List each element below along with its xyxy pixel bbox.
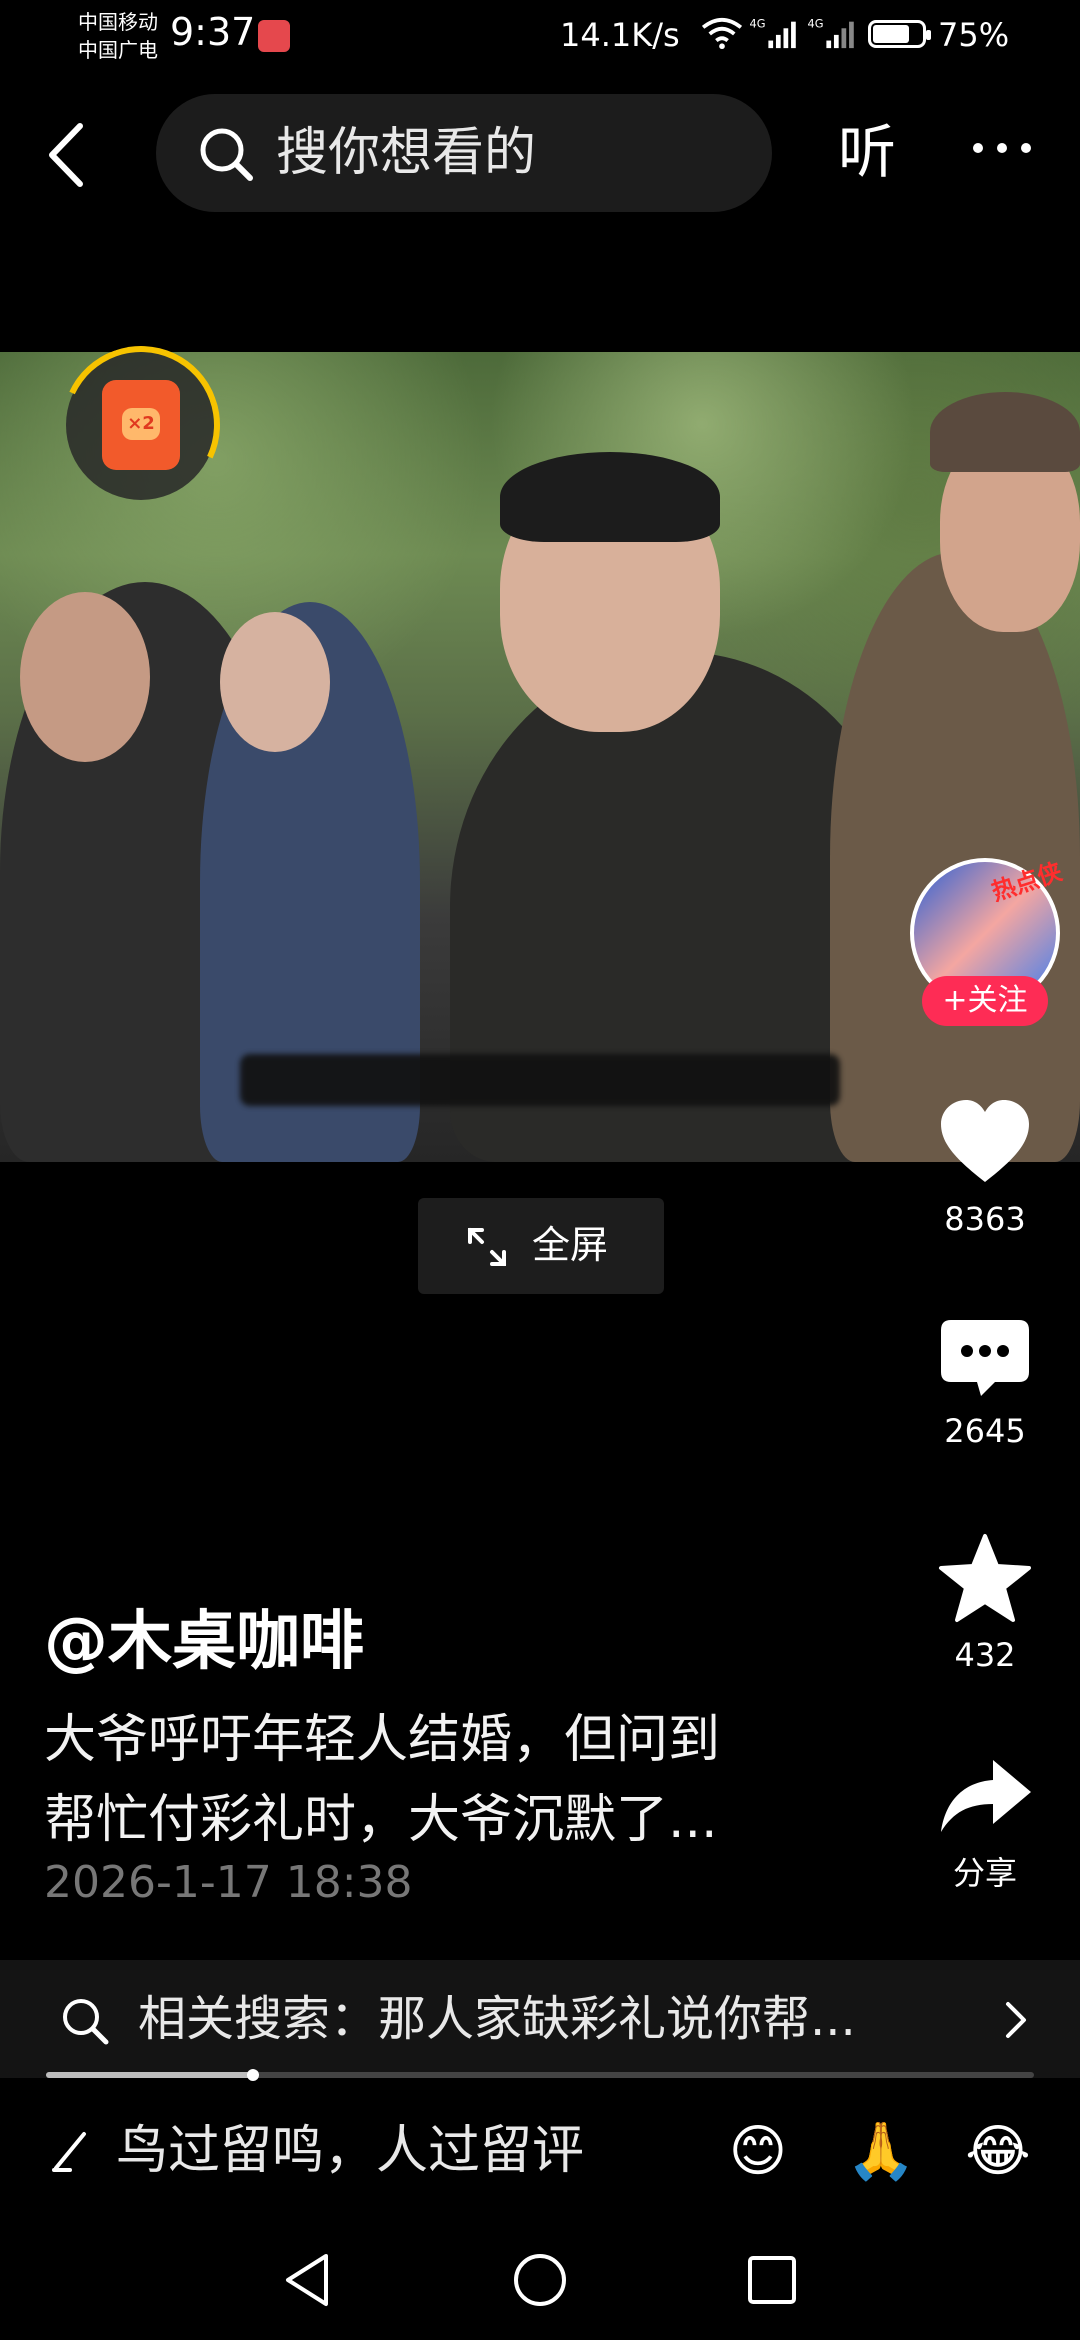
post-timestamp: 2026-1-17 18:38: [44, 1857, 413, 1908]
description-line-1: 大爷呼吁年轻人结婚，但问到: [44, 1710, 721, 1770]
notification-app-icon: [258, 20, 290, 52]
network-1-label: 4G: [750, 16, 766, 30]
star-icon: [939, 1534, 1031, 1622]
laugh-emoji-button[interactable]: 😂: [964, 2118, 1032, 2186]
smile-emoji-button[interactable]: 😊: [724, 2118, 792, 2186]
signal-2-icon: 4G: [808, 16, 854, 49]
related-search-label: 相关搜索：那人家缺彩礼说你帮...: [138, 1991, 856, 2047]
comment-count: 2645: [944, 1412, 1026, 1450]
playback-progress-fill: [46, 2072, 253, 2078]
pray-emoji-button[interactable]: 🙏: [846, 2118, 916, 2186]
video-person-main-hair: [500, 452, 720, 542]
follow-button[interactable]: +关注: [922, 976, 1048, 1026]
red-packet-widget[interactable]: ×2: [39, 323, 243, 527]
search-bar[interactable]: 搜你想看的: [156, 94, 772, 212]
signal-1-icon: 4G: [750, 16, 796, 49]
battery-fill: [873, 25, 909, 43]
post-description[interactable]: 大爷呼吁年轻人结婚，但问到 帮忙付彩礼时，大爷沉默了...: [44, 1700, 844, 1860]
comment-placeholder: 鸟过留鸣，人过留评: [116, 2121, 585, 2181]
like-count: 8363: [944, 1200, 1026, 1238]
back-arrow-icon[interactable]: [40, 120, 92, 190]
favorite-count: 432: [954, 1636, 1016, 1674]
battery-percent: 75%: [938, 16, 1010, 54]
heart-icon: [941, 1100, 1029, 1182]
comment-button[interactable]: 2645: [920, 1316, 1050, 1450]
blurred-subtitle: [240, 1054, 840, 1106]
share-label: 分享: [952, 1854, 1017, 1892]
nav-back-icon[interactable]: [280, 2250, 336, 2310]
pen-icon: [52, 2132, 86, 2172]
expand-icon: [468, 1228, 506, 1266]
video-page: 中国移动 中国广电 9:37 14.1K/s 4G 4G 75% 搜你想看的 听…: [0, 0, 1080, 2340]
fullscreen-button[interactable]: 全屏: [418, 1198, 664, 1294]
clock: 9:37: [170, 10, 256, 54]
nav-home-icon[interactable]: [510, 2250, 570, 2310]
video-person-right-cap: [930, 392, 1080, 472]
related-search-icon: [63, 1999, 109, 2045]
share-button[interactable]: 分享: [920, 1756, 1050, 1894]
playback-progress-knob[interactable]: [247, 2069, 259, 2081]
carrier-2: 中国广电: [78, 38, 158, 62]
search-icon: [200, 128, 253, 181]
favorite-button[interactable]: 432: [920, 1532, 1050, 1674]
carrier-labels: 中国移动 中国广电: [78, 8, 158, 64]
video-person-center-left-face: [220, 612, 330, 752]
network-2-label: 4G: [808, 16, 824, 30]
status-bar: 中国移动 中国广电 9:37 14.1K/s 4G 4G 75%: [0, 0, 1080, 80]
description-line-2: 帮忙付彩礼时，大爷沉默了...: [44, 1790, 718, 1850]
related-search-bar[interactable]: 相关搜索：那人家缺彩礼说你帮...: [0, 1960, 1080, 2078]
like-button[interactable]: 8363: [920, 1098, 1050, 1238]
comment-input-bar[interactable]: 鸟过留鸣，人过留评 😊 🙏 😂: [0, 2082, 1080, 2218]
system-navigation-bar: [0, 2220, 1080, 2340]
share-arrow-icon: [941, 1760, 1031, 1832]
playback-progress-bar[interactable]: [46, 2069, 1034, 2081]
battery-icon: [868, 20, 931, 48]
carrier-1: 中国移动: [78, 10, 158, 34]
fullscreen-label: 全屏: [532, 1223, 609, 1267]
wifi-icon: [701, 17, 743, 50]
more-options-icon[interactable]: [970, 138, 1034, 158]
chevron-right-icon: [1006, 2002, 1026, 2038]
listen-button[interactable]: 听: [838, 120, 896, 184]
net-speed: 14.1K/s: [560, 16, 680, 54]
nav-recents-icon[interactable]: [744, 2250, 800, 2310]
search-placeholder: 搜你想看的: [276, 123, 537, 183]
author-name[interactable]: @木桌咖啡: [44, 1604, 364, 1680]
video-person-face-left: [20, 592, 150, 762]
comment-bubble-icon: [941, 1320, 1029, 1396]
